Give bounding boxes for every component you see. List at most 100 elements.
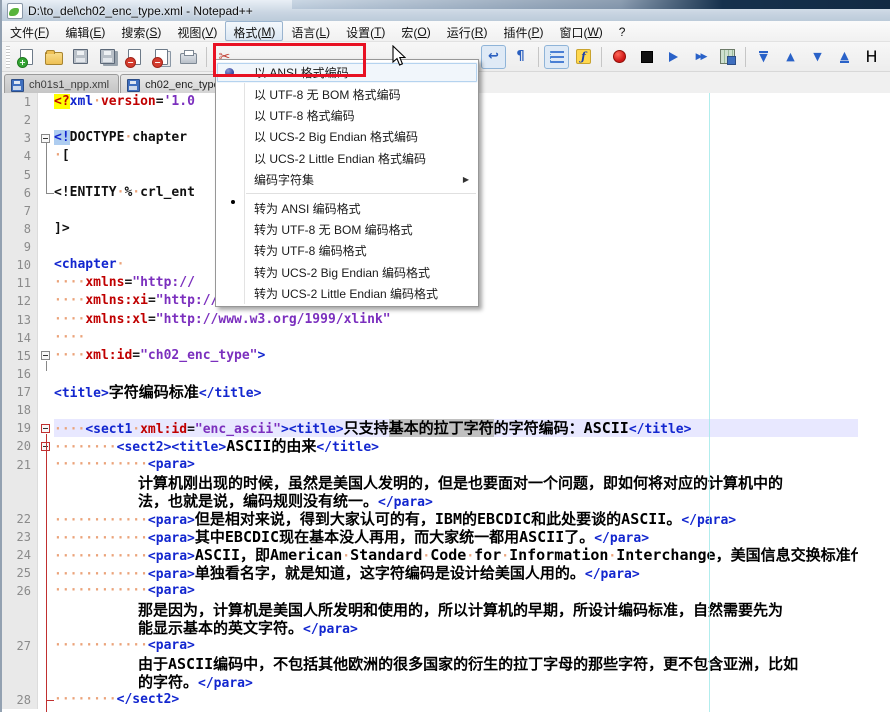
line-number[interactable]: 7	[2, 202, 38, 220]
fold-margin[interactable]	[38, 238, 54, 256]
tab-ch01s1_npp.xml[interactable]: ch01s1_npp.xml	[4, 74, 119, 95]
line-number[interactable]: 5	[2, 166, 38, 184]
line-number[interactable]: 12	[2, 292, 38, 310]
fold-margin[interactable]	[38, 220, 54, 238]
code-line[interactable]: ············<para>ASCII，即American·Standa…	[54, 546, 858, 564]
fold-margin[interactable]	[38, 329, 54, 347]
code-line[interactable]: ········<sect2><title>ASCII的由来</title>	[54, 437, 858, 455]
load-session-icon[interactable]	[886, 45, 890, 69]
fold-collapse-marker[interactable]	[41, 134, 50, 143]
line-number[interactable]: 13	[2, 311, 38, 329]
fold-margin[interactable]	[38, 401, 54, 419]
menu-item-转为-utf-8-编码格式[interactable]: 转为 UTF-8 编码格式	[216, 240, 478, 261]
menubar-item-t[interactable]: 设置(T)	[338, 21, 393, 41]
menu-item-编码字符集[interactable]: 编码字符集▶	[216, 169, 478, 190]
line-number[interactable]: 8	[2, 220, 38, 238]
line-number[interactable]: 14	[2, 329, 38, 347]
function-completion-icon[interactable]: ƒ	[571, 45, 596, 69]
line-number[interactable]: 2	[2, 111, 38, 129]
code-line[interactable]: ····xmlns:xl="http://www.w3.org/1999/xli…	[54, 311, 858, 329]
line-number[interactable]: 18	[2, 401, 38, 419]
stop-recording-icon[interactable]	[634, 45, 659, 69]
line-number[interactable]: 17	[2, 383, 38, 401]
code-line[interactable]: ····	[54, 329, 858, 347]
code-line[interactable]: ············<para>单独看名字，就是知道，这字符编码是设计给美国…	[54, 564, 858, 582]
code-line[interactable]	[54, 365, 858, 383]
save-all-icon[interactable]	[95, 45, 120, 69]
code-line[interactable]	[54, 401, 858, 419]
menu-item-转为-ansi-编码格式[interactable]: 转为 ANSI 编码格式	[216, 197, 478, 218]
fold-margin[interactable]	[38, 202, 54, 220]
fold-margin[interactable]	[38, 274, 54, 292]
menubar-item-p[interactable]: 插件(P)	[495, 21, 551, 41]
menubar-item-v[interactable]: 视图(V)	[169, 21, 225, 41]
line-number[interactable]: 10	[2, 256, 38, 274]
line-number[interactable]: 15	[2, 347, 38, 365]
line-number[interactable]: 19	[2, 419, 38, 437]
playback-macro-icon[interactable]	[661, 45, 686, 69]
line-number[interactable]	[2, 474, 38, 492]
fold-margin[interactable]	[38, 111, 54, 129]
word-wrap-icon[interactable]: ↩	[481, 45, 506, 69]
fold-collapse-marker[interactable]	[41, 424, 50, 433]
print-icon[interactable]	[176, 45, 201, 69]
close-all-icon[interactable]: −	[149, 45, 174, 69]
view-in-html-icon[interactable]: H	[859, 45, 884, 69]
line-number[interactable]: 23	[2, 528, 38, 546]
close-file-icon[interactable]: −	[122, 45, 147, 69]
menu-item-以-utf-8-无-bom-格式编码[interactable]: 以 UTF-8 无 BOM 格式编码	[216, 83, 478, 104]
menu-item-以-ucs-2-big-endian-格式编码[interactable]: 以 UCS-2 Big Endian 格式编码	[216, 126, 478, 147]
line-number[interactable]: 6	[2, 184, 38, 202]
fold-margin[interactable]	[38, 256, 54, 274]
menubar-item-s[interactable]: 搜索(S)	[113, 21, 169, 41]
line-number[interactable]: 22	[2, 510, 38, 528]
save-icon[interactable]	[68, 45, 93, 69]
line-number[interactable]: 4	[2, 147, 38, 165]
menubar-item-o[interactable]: 宏(O)	[393, 21, 438, 41]
nav-first-icon[interactable]: ▼	[751, 45, 776, 69]
fold-margin[interactable]	[38, 93, 54, 111]
code-line[interactable]: ············<para>其中EBCDIC现在基本没人再用，而大家统一…	[54, 528, 858, 546]
nav-previous-icon[interactable]: ▲	[778, 45, 803, 69]
line-number[interactable]: 21	[2, 456, 38, 474]
menubar-item-[interactable]: ?	[611, 21, 634, 41]
menubar-item-f[interactable]: 文件(F)	[2, 21, 57, 41]
open-file-icon[interactable]	[41, 45, 66, 69]
line-number[interactable]: 9	[2, 238, 38, 256]
line-number[interactable]: 26	[2, 582, 38, 600]
show-all-characters-icon[interactable]: ¶	[508, 45, 533, 69]
code-line[interactable]: ····<sect1·xml:id="enc_ascii"><title>只支持…	[54, 419, 858, 437]
line-number[interactable]: 28	[2, 691, 38, 709]
line-number[interactable]	[2, 655, 38, 673]
line-number[interactable]: 25	[2, 564, 38, 582]
line-number[interactable]: 20	[2, 437, 38, 455]
menubar-item-r[interactable]: 运行(R)	[439, 21, 496, 41]
code-line[interactable]: ············<para>	[54, 582, 858, 600]
code-line[interactable]: 那是因为，计算机是美国人所发明和使用的，所以计算机的早期，所设计编码标准，自然需…	[54, 601, 858, 619]
fold-margin[interactable]	[38, 383, 54, 401]
line-number[interactable]: 3	[2, 129, 38, 147]
record-macro-icon[interactable]	[607, 45, 632, 69]
menu-item-以-ucs-2-little-endian-格式编码[interactable]: 以 UCS-2 Little Endian 格式编码	[216, 148, 478, 169]
fold-margin[interactable]	[38, 292, 54, 310]
code-line[interactable]: 计算机刚出现的时候，虽然是美国人发明的，但是也要面对一个问题，即如何将对应的计算…	[54, 474, 858, 492]
code-line[interactable]: ············<para>	[54, 637, 858, 655]
run-macro-multiple-times-icon[interactable]: ▶▶	[688, 45, 713, 69]
code-line[interactable]: ····xml:id="ch02_enc_type">	[54, 347, 858, 365]
code-line[interactable]: 由于ASCII编码中，不包括其他欧洲的很多国家的衍生的拉丁字母的那些字符，更不包…	[54, 655, 858, 673]
menubar-item-l[interactable]: 语言(L)	[283, 21, 338, 41]
menu-item-转为-utf-8-无-bom-编码格式[interactable]: 转为 UTF-8 无 BOM 编码格式	[216, 219, 478, 240]
indent-guide-icon[interactable]	[544, 45, 569, 69]
line-number[interactable]: 24	[2, 546, 38, 564]
line-number[interactable]	[2, 492, 38, 510]
code-line[interactable]: ········</sect2>	[54, 691, 858, 709]
line-number[interactable]	[2, 673, 38, 691]
save-macro-icon[interactable]	[715, 45, 740, 69]
line-number[interactable]: 11	[2, 274, 38, 292]
code-line[interactable]: 能显示基本的英文字符。</para>	[54, 619, 858, 637]
line-number[interactable]: 27	[2, 637, 38, 655]
menu-item-以-utf-8-格式编码[interactable]: 以 UTF-8 格式编码	[216, 105, 478, 126]
menu-item-转为-ucs-2-little-endian-编码格式[interactable]: 转为 UCS-2 Little Endian 编码格式	[216, 283, 478, 304]
line-number[interactable]	[2, 601, 38, 619]
line-number[interactable]	[2, 619, 38, 637]
